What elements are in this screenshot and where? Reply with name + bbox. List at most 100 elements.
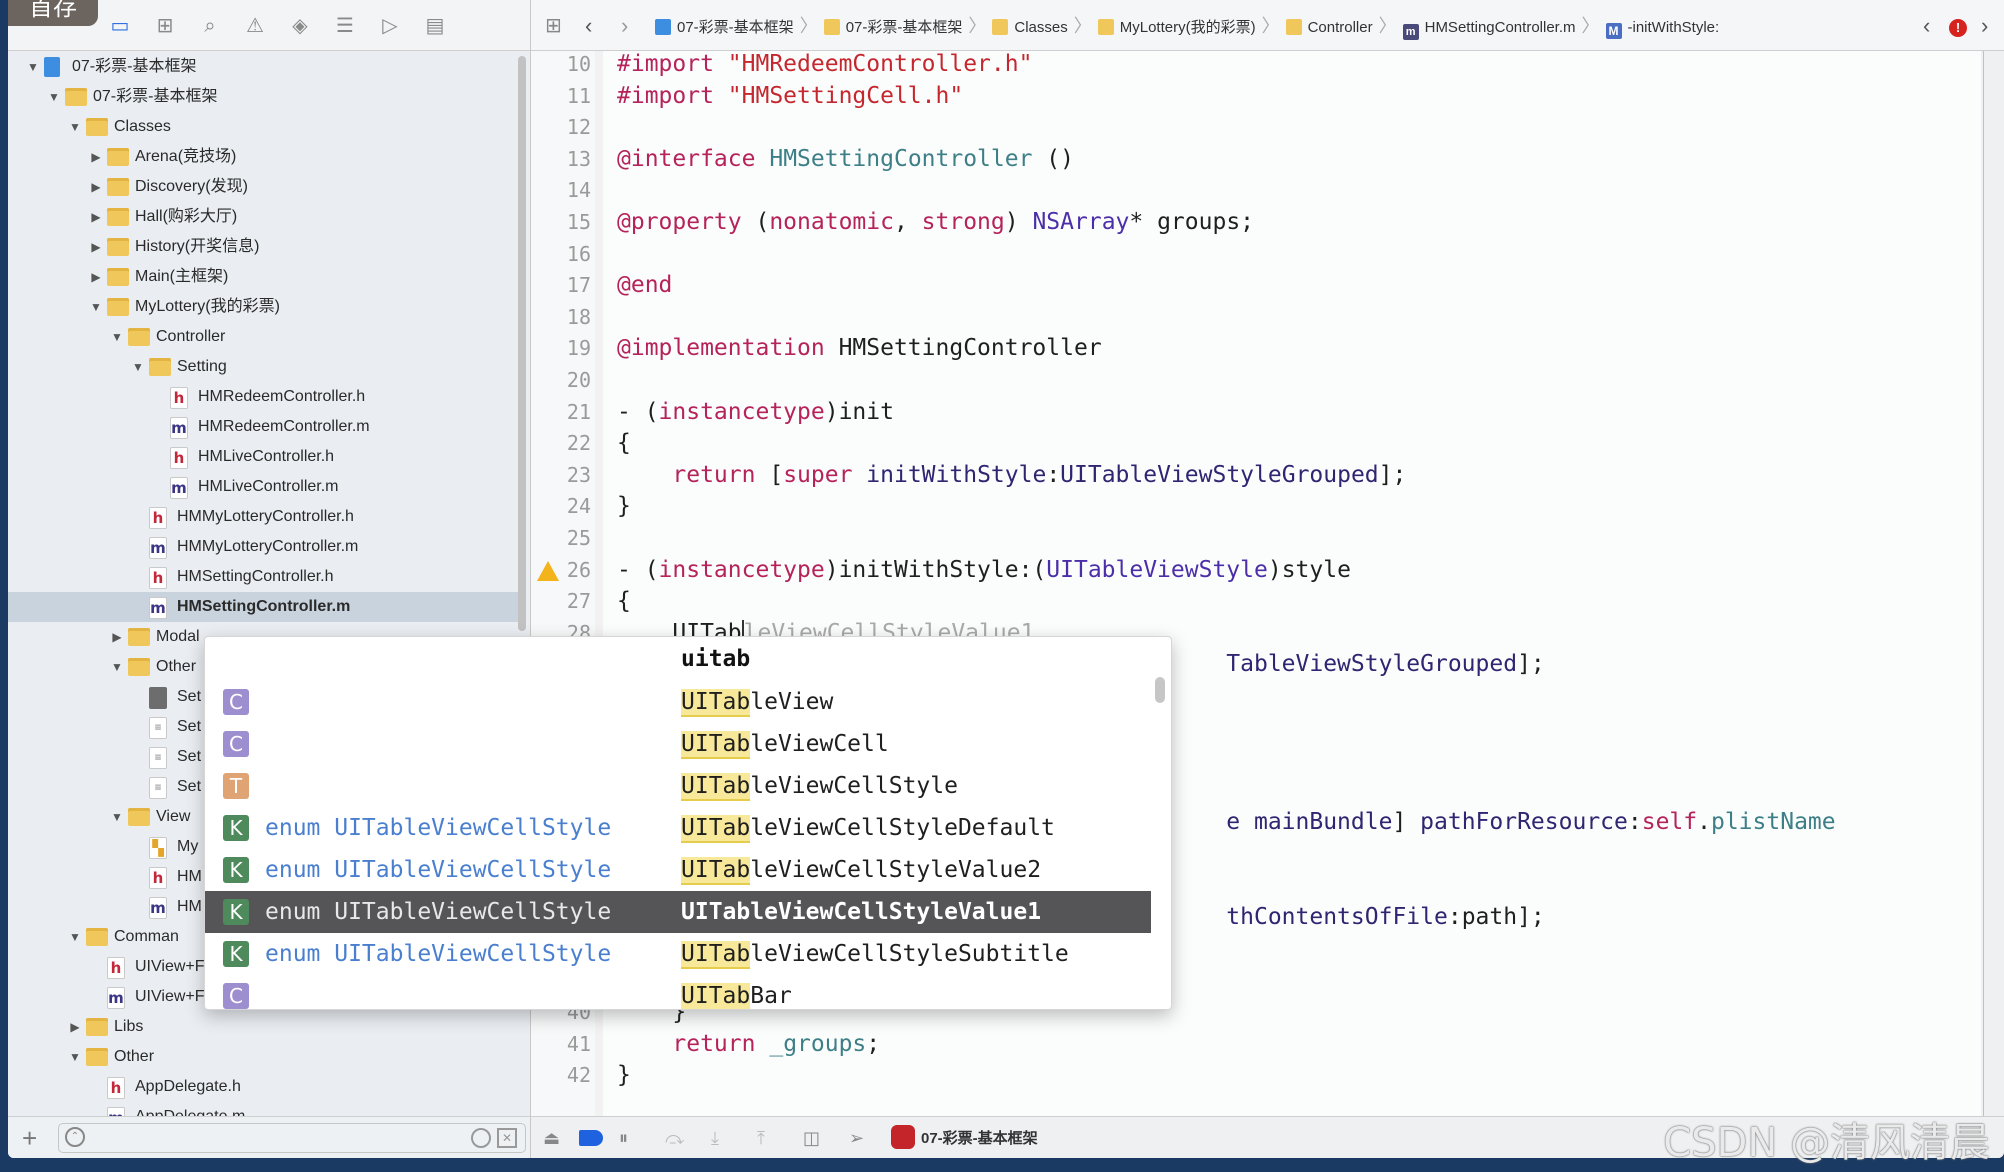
completion-item[interactable]: Kenum UITableViewCellStyle UITableViewCel… [205, 933, 1151, 975]
tree-group-item[interactable]: ▼ Controller [8, 322, 518, 352]
tree-group-item[interactable]: ▶ Main(主框架) [8, 262, 518, 292]
step-into-icon[interactable]: ⤓ [711, 1126, 719, 1150]
code-line[interactable]: return _groups; [617, 1029, 880, 1061]
next-issue-button[interactable]: › [1981, 14, 1988, 38]
breadcrumb-item[interactable]: 07-彩票-基本框架 [823, 19, 962, 36]
back-button[interactable]: ‹ [585, 14, 592, 38]
tree-group-item[interactable]: ▼ Classes [8, 112, 518, 142]
code-line[interactable]: #import "HMRedeemController.h" [617, 51, 1032, 81]
folder-icon [107, 268, 129, 286]
related-items-icon[interactable]: ⊞ [545, 14, 562, 38]
tree-group-item[interactable]: ▼ MyLottery(我的彩票) [8, 292, 518, 322]
step-out-icon[interactable]: ⤒ [757, 1126, 765, 1150]
warning-icon[interactable]: ⚠ [243, 14, 267, 38]
tree-group-item[interactable]: ▶ Discovery(发现) [8, 172, 518, 202]
search-icon[interactable]: ⌕ [198, 14, 222, 38]
completion-item[interactable]: Kenum UITableViewCellStyle UITableViewCel… [205, 849, 1151, 891]
code-line[interactable]: return [super initWithStyle:UITableViewS… [617, 460, 1406, 492]
disclosure-expanded-icon[interactable]: ▼ [110, 322, 124, 352]
breakpoint-icon[interactable] [579, 1130, 603, 1146]
tree-file-item[interactable]: h HMLiveController.h [8, 442, 518, 472]
code-line[interactable]: } [617, 491, 631, 523]
hierarchy-icon[interactable]: ⊞ [153, 14, 177, 38]
code-line[interactable]: { [617, 428, 631, 460]
tree-group-item[interactable]: ▶ Libs [8, 1012, 518, 1042]
test-diamond-icon[interactable]: ◈ [288, 14, 312, 38]
tag-icon[interactable]: ▷ [378, 14, 402, 38]
warning-icon[interactable] [537, 560, 559, 581]
breadcrumb-item[interactable]: m HMSettingController.m [1402, 19, 1576, 40]
disclosure-collapsed-icon[interactable]: ▶ [89, 232, 103, 262]
code-line[interactable]: - (instancetype)initWithStyle:(UITableVi… [617, 555, 1351, 587]
forward-button[interactable]: › [621, 14, 628, 38]
breadcrumb-item[interactable]: MyLottery(我的彩票) [1097, 19, 1256, 36]
tree-group-item[interactable]: ▶ History(开奖信息) [8, 232, 518, 262]
view-debug-icon[interactable]: ◫ [803, 1126, 820, 1150]
code-line[interactable]: @property (nonatomic, strong) NSArray* g… [617, 207, 1254, 239]
disclosure-expanded-icon[interactable]: ▼ [89, 292, 103, 322]
recent-files-icon[interactable] [471, 1128, 491, 1148]
disclosure-expanded-icon[interactable]: ▼ [131, 352, 145, 382]
disclosure-collapsed-icon[interactable]: ▶ [68, 1012, 82, 1042]
code-line[interactable]: @interface HMSettingController () [617, 144, 1074, 176]
tree-group-item[interactable]: ▼ Setting [8, 352, 518, 382]
breadcrumb-item[interactable]: 07-彩票-基本框架 [655, 19, 794, 36]
disclosure-expanded-icon[interactable]: ▼ [68, 922, 82, 952]
prev-issue-button[interactable]: ‹ [1923, 14, 1930, 38]
disclosure-expanded-icon[interactable]: ▼ [26, 52, 40, 82]
tree-file-item[interactable]: m HMSettingController.m [8, 592, 518, 622]
filter-field[interactable]: ⌃ ✕ [58, 1123, 526, 1153]
tree-file-item[interactable]: m AppDelegate.m [8, 1102, 518, 1116]
completion-item[interactable]: T UITableViewCellStyle [205, 765, 1151, 807]
code-line[interactable]: #import "HMSettingCell.h" [617, 81, 963, 113]
disclosure-expanded-icon[interactable]: ▼ [68, 112, 82, 142]
code-line[interactable]: @end [617, 270, 672, 302]
breadcrumb-item[interactable]: M -initWithStyle: [1605, 19, 1719, 39]
disclosure-collapsed-icon[interactable]: ▶ [89, 172, 103, 202]
code-line[interactable]: { [617, 586, 631, 618]
disclosure-collapsed-icon[interactable]: ▶ [89, 142, 103, 172]
pause-icon[interactable]: ⏸ [619, 1126, 628, 1150]
completion-item[interactable]: C UITabBar [205, 975, 1151, 1009]
disclosure-expanded-icon[interactable]: ▼ [68, 1042, 82, 1072]
breadcrumb-item[interactable]: Classes [992, 19, 1068, 36]
tree-group-item[interactable]: ▼ Other [8, 1042, 518, 1072]
add-icon[interactable]: + [22, 1123, 37, 1154]
breadcrumb-item[interactable]: Controller [1285, 19, 1373, 36]
tree-file-item[interactable]: m HMMyLotteryController.m [8, 532, 518, 562]
location-icon[interactable]: ➢ [849, 1126, 864, 1150]
tree-group-item[interactable]: ▶ Hall(购彩大厅) [8, 202, 518, 232]
code-line[interactable]: } [617, 1060, 631, 1092]
completion-item[interactable]: Kenum UITableViewCellStyle UITableViewCel… [205, 807, 1151, 849]
navigator-scrollbar[interactable] [518, 56, 526, 631]
tree-file-item[interactable]: h HMMyLotteryController.h [8, 502, 518, 532]
disclosure-collapsed-icon[interactable]: ▶ [89, 202, 103, 232]
code-line[interactable]: @implementation HMSettingController [617, 333, 1102, 365]
folder-icon[interactable]: ▭ [108, 14, 132, 38]
chat-icon[interactable]: ▤ [423, 14, 447, 38]
completion-item[interactable]: C UITableViewCell [205, 723, 1151, 765]
tree-group-item[interactable]: ▼ 07-彩票-基本框架 [8, 52, 518, 82]
tree-file-item[interactable]: h AppDelegate.h [8, 1072, 518, 1102]
tree-group-item[interactable]: ▶ Arena(竞技场) [8, 142, 518, 172]
grid-icon[interactable]: ☰ [333, 14, 357, 38]
console-toggle-icon[interactable]: ⏏ [543, 1126, 560, 1150]
step-over-icon[interactable]: ⤼ [665, 1126, 684, 1150]
scm-filter-icon[interactable]: ✕ [497, 1128, 517, 1148]
tree-file-item[interactable]: m HMLiveController.m [8, 472, 518, 502]
code-line[interactable]: - (instancetype)init [617, 397, 894, 429]
tree-group-item[interactable]: ▼ 07-彩票-基本框架 [8, 82, 518, 112]
completion-item[interactable]: Kenum UITableViewCellStyle UITableViewCel… [205, 891, 1151, 933]
disclosure-expanded-icon[interactable]: ▼ [47, 82, 61, 112]
disclosure-collapsed-icon[interactable]: ▶ [89, 262, 103, 292]
scheme-selector[interactable]: 07-彩票-基本框架 [891, 1125, 1038, 1149]
completion-item[interactable]: C UITableView [205, 681, 1151, 723]
disclosure-expanded-icon[interactable]: ▼ [110, 802, 124, 832]
tree-file-item[interactable]: h HMSettingController.h [8, 562, 518, 592]
completion-scrollbar[interactable] [1155, 677, 1165, 703]
error-icon[interactable]: ! [1949, 16, 1967, 40]
tree-file-item[interactable]: m HMRedeemController.m [8, 412, 518, 442]
disclosure-collapsed-icon[interactable]: ▶ [110, 622, 124, 652]
disclosure-expanded-icon[interactable]: ▼ [110, 652, 124, 682]
tree-file-item[interactable]: h HMRedeemController.h [8, 382, 518, 412]
